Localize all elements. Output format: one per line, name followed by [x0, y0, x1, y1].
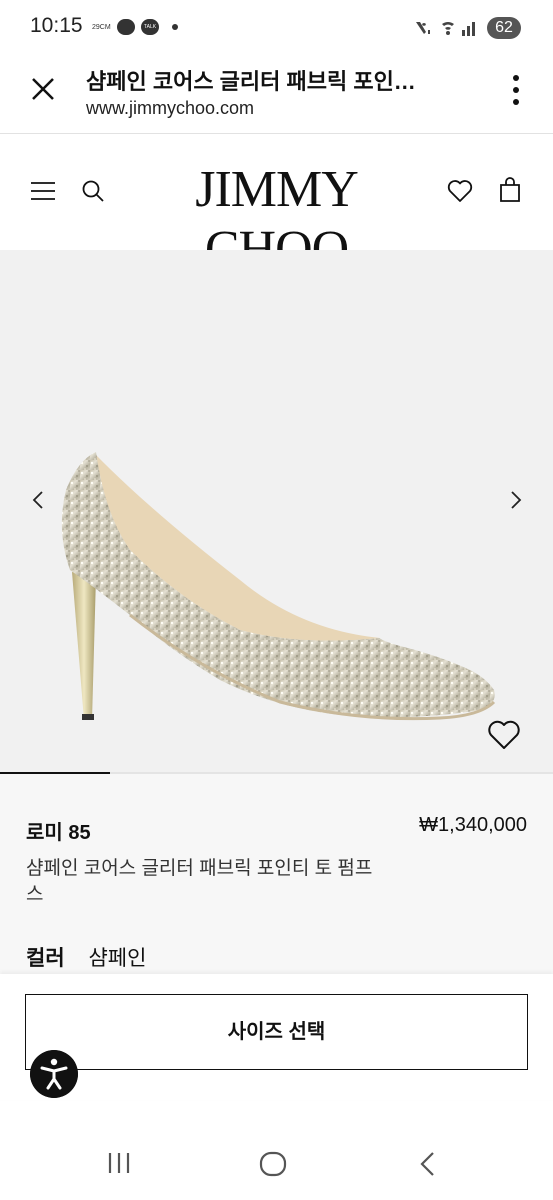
status-bar: 10:15 29CM TALK 62: [0, 0, 553, 50]
notification-dot-icon: [172, 24, 178, 30]
color-label: 컬러: [26, 947, 65, 970]
product-description: 샴페인 코어스 글리터 패브릭 포인티 토 펌프스: [26, 858, 373, 905]
hamburger-menu-icon[interactable]: [30, 180, 56, 202]
color-value: 샴페인: [88, 947, 147, 970]
page-url[interactable]: www.jimmychoo.com: [86, 98, 254, 119]
heart-icon[interactable]: [446, 178, 474, 204]
back-icon[interactable]: [416, 1150, 440, 1178]
chevron-left-icon[interactable]: [24, 486, 52, 514]
page-title: 샴페인 코어스 글리터 패브릭 포인…: [86, 69, 416, 94]
battery-indicator: 62: [487, 17, 521, 39]
home-icon[interactable]: [258, 1150, 288, 1178]
product-image-carousel[interactable]: [0, 250, 553, 774]
status-app-label: 29CM: [92, 24, 111, 31]
connectivity-icons: [416, 22, 475, 36]
heart-icon[interactable]: [486, 718, 522, 752]
product-image: [61, 452, 496, 721]
accessibility-icon[interactable]: [30, 1050, 78, 1098]
shopping-bag-icon[interactable]: [497, 176, 523, 204]
product-price: ₩1,340,000: [419, 814, 527, 836]
color-row: 컬러 샴페인: [26, 942, 146, 972]
chevron-right-icon[interactable]: [502, 486, 530, 514]
system-nav-bar: [0, 1126, 553, 1200]
size-select-bar: 사이즈 선택: [0, 974, 553, 1100]
status-time: 10:15: [30, 14, 83, 37]
message-notification-icon: [117, 19, 135, 35]
product-info: 로미 85 ₩1,340,000 샴페인 코어스 글리터 패브릭 포인티 토 펌…: [0, 774, 553, 974]
more-vertical-icon[interactable]: [504, 72, 528, 108]
browser-toolbar: 샴페인 코어스 글리터 패브릭 포인… www.jimmychoo.com: [0, 50, 553, 134]
product-name: 로미 85: [26, 822, 91, 844]
talk-notification-icon: TALK: [141, 19, 159, 35]
search-icon[interactable]: [80, 178, 106, 204]
recent-apps-icon[interactable]: [104, 1150, 134, 1176]
site-header: JIMMY CHOO: [0, 134, 553, 278]
size-select-button[interactable]: 사이즈 선택: [25, 994, 528, 1070]
close-icon[interactable]: [28, 74, 58, 104]
